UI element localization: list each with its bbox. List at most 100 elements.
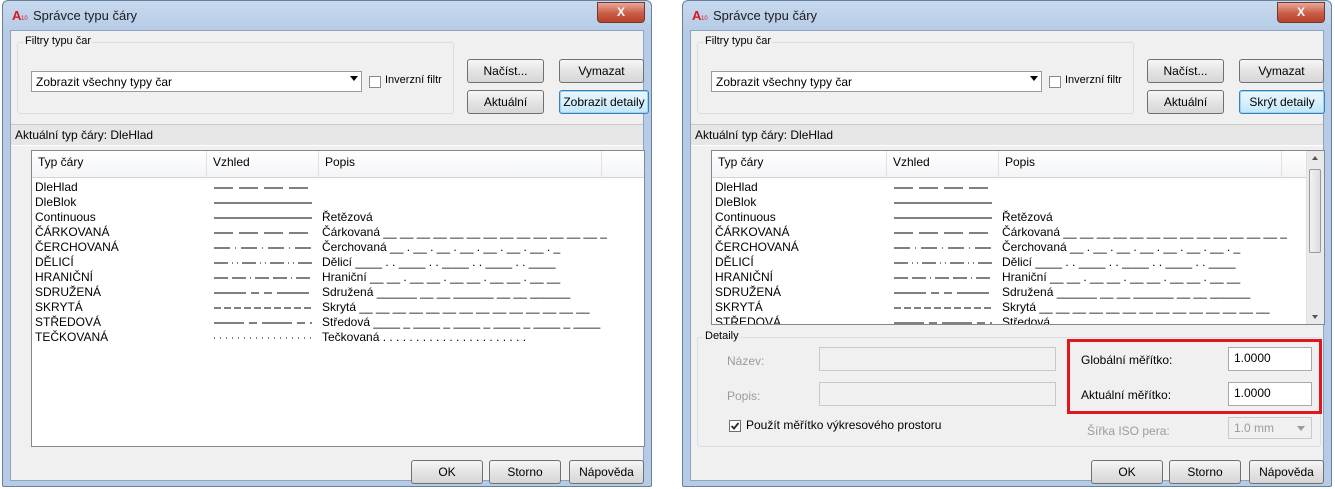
linetype-name: HRANIČNÍ <box>35 270 94 284</box>
details-group-label: Detaily <box>703 330 741 342</box>
linetype-name: ČÁRKOVANÁ <box>35 225 110 239</box>
inverse-filter-label: Inverzní filtr <box>385 74 442 86</box>
table-row[interactable]: SKRYTÁ Skrytá __ __ __ __ __ __ __ __ __ … <box>712 300 1307 315</box>
linetype-filter-combo[interactable]: Zobrazit všechny typy čar <box>31 71 362 92</box>
column-header-appearance[interactable]: Vzhled <box>887 151 999 177</box>
linetype-name: Continuous <box>35 210 96 224</box>
filter-group-label: Filtry typu čar <box>23 35 94 47</box>
ok-button[interactable]: OK <box>1091 460 1163 484</box>
title-bar[interactable]: A 10 Správce typu čáry X <box>683 1 1331 30</box>
scroll-down-icon[interactable] <box>1312 315 1318 319</box>
linetype-description: Středová ____ _ ____ _ ____ _ ____ _ ___… <box>1002 315 1281 325</box>
column-header-description[interactable]: Popis <box>319 151 602 177</box>
table-row[interactable]: DleHlad <box>32 180 644 195</box>
table-row[interactable]: DleBlok <box>32 195 644 210</box>
ok-button[interactable]: OK <box>411 460 483 484</box>
linetype-description-sample: __ . __ . __ . __ . __ . __ . __ . _ <box>1066 240 1241 254</box>
linetype-description-sample: ______ __ __ ______ __ __ ______ <box>373 285 571 299</box>
linetype-description-label: Skrytá <box>1002 300 1037 314</box>
column-header-appearance[interactable]: Vzhled <box>207 151 319 177</box>
linetype-description-sample: ____ _ ____ _ ____ _ ____ _ ____ _ ____ <box>1050 315 1281 325</box>
linetype-appearance <box>214 187 312 189</box>
dialog-client-area: Filtry typu čar Zobrazit všechny typy ča… <box>690 30 1325 484</box>
help-button[interactable]: Nápověda <box>1249 460 1324 484</box>
linetype-name: DĚLICÍ <box>715 255 754 269</box>
paperspace-scale-checkbox[interactable] <box>729 420 741 432</box>
set-current-button[interactable]: Aktuální <box>467 90 544 114</box>
linetype-description-label: Čerchovaná <box>1002 240 1067 254</box>
table-row[interactable]: ČÁRKOVANÁ Čárkovaná __ __ __ __ __ __ __ … <box>712 225 1307 240</box>
current-linetype-label: Aktuální typ čáry: DleHlad <box>695 128 834 142</box>
chevron-down-icon <box>1030 76 1038 81</box>
linetype-description: Hraniční __ __ . __ __ . __ __ . __ __ .… <box>322 270 560 285</box>
linetype-appearance <box>894 307 992 309</box>
linetype-filter-combo[interactable]: Zobrazit všechny typy čar <box>711 71 1042 92</box>
linetype-manager-dialog-expanded: A 10 Správce typu čáry X Filtry typu čar… <box>682 0 1332 487</box>
linetype-name: STŘEDOVÁ <box>35 315 102 329</box>
dialog-title: Správce typu čáry <box>33 8 138 23</box>
current-linetype-label: Aktuální typ čáry: DleHlad <box>15 128 154 142</box>
autocad-app-icon: A 10 <box>692 8 708 22</box>
table-row[interactable]: DĚLICÍ Dělicí ____ . . ____ . . ____ . . … <box>32 255 644 270</box>
load-button[interactable]: Načíst... <box>1147 59 1224 83</box>
table-row[interactable]: DĚLICÍ Dělicí ____ . . ____ . . ____ . . … <box>712 255 1307 270</box>
column-header-linetype[interactable]: Typ čáry <box>712 151 887 177</box>
linetype-description: Řetězová <box>322 210 373 225</box>
table-row[interactable]: HRANIČNÍ Hraniční __ __ . __ __ . __ __ .… <box>712 270 1307 285</box>
delete-button[interactable]: Vymazat <box>559 59 644 83</box>
linetype-appearance <box>894 262 992 264</box>
help-button[interactable]: Nápověda <box>569 460 644 484</box>
cancel-button[interactable]: Storno <box>489 460 561 484</box>
linetype-description-label: Dělicí <box>1002 255 1033 269</box>
hide-details-button[interactable]: Skrýt detaily <box>1239 90 1325 114</box>
table-row[interactable]: DleHlad <box>712 180 1307 195</box>
linetype-description-label: Sdružená <box>1002 285 1054 299</box>
linetype-description-label: Středová <box>1002 315 1051 325</box>
linetype-name: SKRYTÁ <box>35 300 83 314</box>
linetype-name: DleHlad <box>715 180 758 194</box>
close-button[interactable]: X <box>1277 2 1325 23</box>
column-header-linetype[interactable]: Typ čáry <box>32 151 207 177</box>
linetype-description: Řetězová <box>1002 210 1053 225</box>
linetype-description: Čerchovaná __ . __ . __ . __ . __ . __ .… <box>1002 240 1240 255</box>
table-row[interactable]: STŘEDOVÁ Středová ____ _ ____ _ ____ _ __… <box>712 315 1307 325</box>
table-row[interactable]: ČERCHOVANÁ Čerchovaná __ . __ . __ . __ .… <box>32 240 644 255</box>
table-row[interactable]: STŘEDOVÁ Středová ____ _ ____ _ ____ _ __… <box>32 315 644 330</box>
linetype-list[interactable]: Typ čáry Vzhled Popis DleHlad DleBlok Cont… <box>711 150 1325 325</box>
list-header: Typ čáry Vzhled Popis <box>712 151 1307 178</box>
table-row[interactable]: SKRYTÁ Skrytá __ __ __ __ __ __ __ __ __ … <box>32 300 644 315</box>
column-header-description[interactable]: Popis <box>999 151 1282 177</box>
linetype-name: DleHlad <box>35 180 78 194</box>
title-bar[interactable]: A 10 Správce typu čáry X <box>3 1 651 30</box>
linetype-description-label: Hraniční <box>1002 270 1047 284</box>
set-current-button[interactable]: Aktuální <box>1147 90 1224 114</box>
close-button[interactable]: X <box>597 2 645 23</box>
table-row[interactable]: SDRUŽENÁ Sdružená ______ __ __ ______ __ … <box>32 285 644 300</box>
list-scrollbar[interactable] <box>1306 151 1324 324</box>
table-row[interactable]: TEČKOVANÁ Tečkovaná . . . . . . . . . . .… <box>32 330 644 345</box>
linetype-description: Dělicí ____ . . ____ . . ____ . . ____ .… <box>1002 255 1236 270</box>
inverse-filter-checkbox[interactable] <box>1049 76 1061 88</box>
table-row[interactable]: ČÁRKOVANÁ Čárkovaná __ __ __ __ __ __ __ … <box>32 225 644 240</box>
cancel-button[interactable]: Storno <box>1169 460 1241 484</box>
table-row[interactable]: Continuous Řetězová <box>32 210 644 225</box>
linetype-description-label: Sdružená <box>322 285 374 299</box>
show-details-button[interactable]: Zobrazit detaily <box>559 90 649 114</box>
load-button[interactable]: Načíst... <box>467 59 544 83</box>
delete-button[interactable]: Vymazat <box>1239 59 1324 83</box>
scroll-up-icon[interactable] <box>1312 156 1318 160</box>
description-label: Popis: <box>727 389 761 403</box>
table-row[interactable]: Continuous Řetězová <box>712 210 1307 225</box>
scroll-thumb[interactable] <box>1309 169 1321 253</box>
linetype-appearance <box>894 322 992 324</box>
table-row[interactable]: SDRUŽENÁ Sdružená ______ __ __ ______ __ … <box>712 285 1307 300</box>
table-row[interactable]: ČERCHOVANÁ Čerchovaná __ . __ . __ . __ .… <box>712 240 1307 255</box>
table-row[interactable]: HRANIČNÍ Hraniční __ __ . __ __ . __ __ .… <box>32 270 644 285</box>
linetype-appearance <box>214 202 312 204</box>
linetype-list[interactable]: Typ čáry Vzhled Popis DleHlad DleBlok Cont… <box>31 150 645 447</box>
table-row[interactable]: DleBlok <box>712 195 1307 210</box>
inverse-filter-checkbox[interactable] <box>369 76 381 88</box>
linetype-description-label: Dělicí <box>322 255 353 269</box>
linetype-description-label: Středová <box>322 315 371 329</box>
iso-pen-width-combo: 1.0 mm <box>1228 417 1312 439</box>
